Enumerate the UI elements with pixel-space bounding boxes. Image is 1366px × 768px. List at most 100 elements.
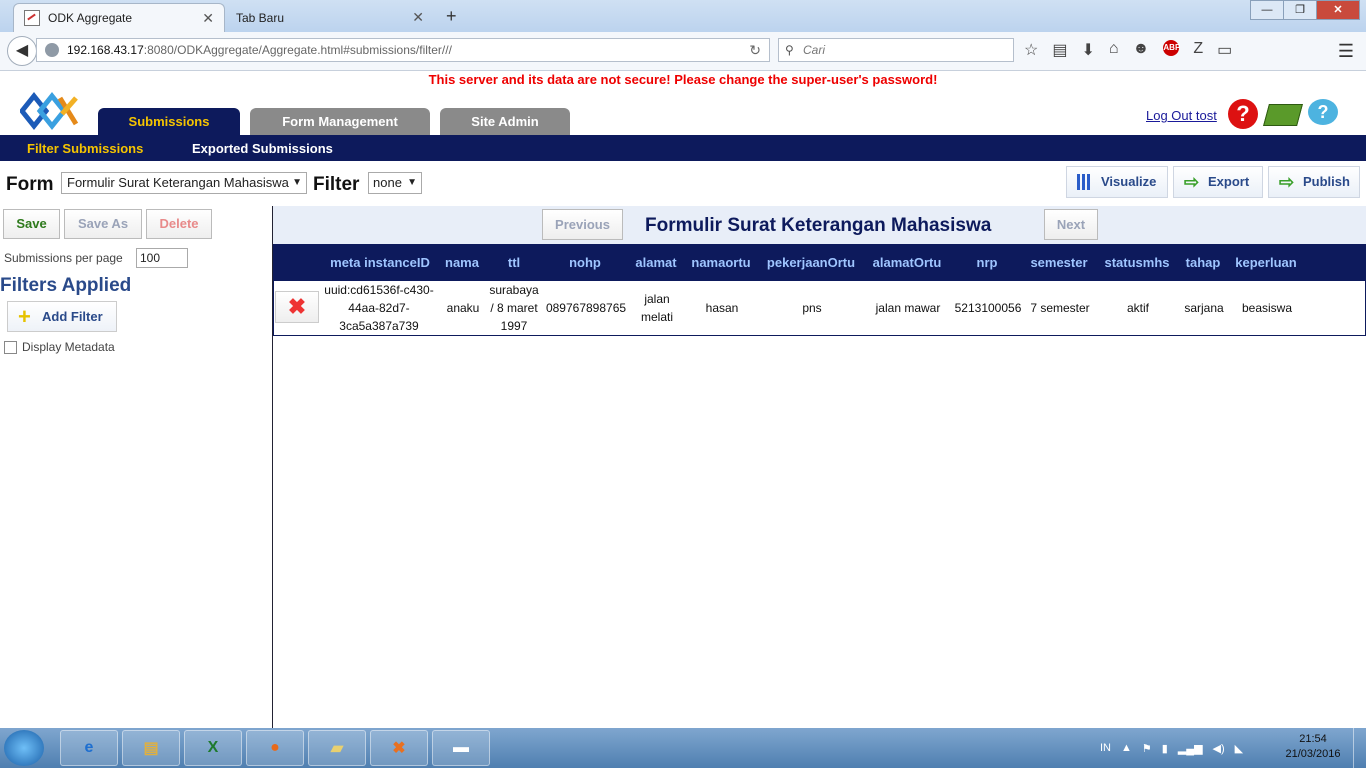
chat-icon[interactable]: ☻ (1133, 40, 1150, 60)
window-close-icon[interactable]: ✕ (1316, 0, 1360, 20)
app-tray-icon[interactable]: ◣ (1235, 742, 1243, 755)
adblock-icon[interactable]: ABP (1163, 40, 1180, 56)
page-icon[interactable]: ▭ (1217, 40, 1232, 60)
close-tab-icon[interactable]: ✕ (202, 10, 214, 27)
maximize-icon[interactable]: ❐ (1283, 0, 1317, 20)
column-header: alamatOrtu (872, 255, 942, 270)
add-filter-label: Add Filter (42, 309, 103, 324)
tab-title: ODK Aggregate (48, 11, 133, 25)
back-icon[interactable]: ◀ (7, 36, 37, 66)
chevron-down-icon: ▼ (292, 177, 302, 188)
form-select[interactable]: Formulir Surat Keterangan Mahasiswa ▼ (61, 172, 307, 194)
table-cell: hasan (705, 301, 739, 315)
url-host: 192.168.43.17 (67, 43, 144, 57)
download-icon[interactable]: ⬇ (1081, 40, 1094, 60)
help-icon[interactable]: ? (1228, 99, 1258, 129)
tab-form-management[interactable]: Form Management (250, 108, 430, 135)
tray-expand-icon[interactable]: ▲ (1121, 742, 1132, 754)
table-cell: sarjana (1184, 301, 1224, 315)
system-clock[interactable]: 21:54 21/03/2016 (1280, 732, 1346, 762)
export-button[interactable]: ⇨ Export (1173, 166, 1263, 198)
xampp-icon[interactable]: ✖ (370, 730, 428, 766)
bookmark-star-icon[interactable]: ☆ (1024, 40, 1038, 60)
question-bubble-icon[interactable]: ? (1308, 99, 1338, 125)
filter-select-value: none (373, 175, 402, 190)
action-center-icon[interactable]: ⚑ (1142, 742, 1152, 755)
favicon-icon (24, 10, 40, 26)
tab-exported-submissions[interactable]: Exported Submissions (192, 141, 333, 156)
save-button[interactable]: Save (3, 209, 60, 239)
power-icon[interactable]: ▮ (1162, 742, 1168, 755)
filter-select[interactable]: none ▼ (368, 172, 422, 194)
search-placeholder: Cari (803, 43, 826, 57)
tab-filter-submissions[interactable]: Filter Submissions (27, 141, 143, 156)
table-cell: jalan melati (640, 292, 673, 324)
network-icon[interactable]: ▂▄▆ (1178, 742, 1203, 755)
column-header: semester (1030, 255, 1088, 270)
table-cell: 089767898765 (545, 301, 627, 315)
table-row: ✖ uuid:cd61536f-c430-44aa-82d7-3ca5a387a… (273, 281, 1366, 336)
tab-site-admin[interactable]: Site Admin (440, 108, 570, 135)
per-page-input[interactable]: 100 (136, 248, 188, 268)
logout-link[interactable]: Log Out tost (1146, 108, 1217, 123)
display-metadata-checkbox[interactable] (4, 340, 17, 354)
sticky-notes-icon[interactable]: ▰ (308, 730, 366, 766)
table-cell: beasiswa (1241, 301, 1293, 315)
zotero-icon[interactable]: Z (1193, 40, 1203, 60)
next-button[interactable]: Next (1044, 209, 1098, 240)
search-icon: ⚲ (785, 43, 794, 57)
window-controls: — ❐ ✕ (1250, 0, 1360, 20)
system-tray: IN ▲ ⚑ ▮ ▂▄▆ ◀) ◣ (1100, 728, 1243, 768)
address-bar[interactable]: 192.168.43.17:8080/ODKAggregate/Aggregat… (36, 38, 770, 62)
save-as-button[interactable]: Save As (64, 209, 142, 239)
volume-icon[interactable]: ◀) (1213, 742, 1225, 755)
file-explorer-icon[interactable]: ▤ (122, 730, 180, 766)
close-tab-icon[interactable]: ✕ (412, 9, 424, 26)
tab-submissions[interactable]: Submissions (98, 108, 240, 135)
plus-icon: + (18, 304, 31, 329)
green-arrow-icon: ⇨ (1279, 172, 1295, 192)
url-path: :8080/ODKAggregate/Aggregate.html#submis… (143, 43, 452, 57)
new-tab-icon[interactable]: + (446, 6, 457, 27)
windows-taskbar: e ▤ X ● ▰ ✖ ▬ IN ▲ ⚑ ▮ ▂▄▆ ◀) ◣ 21:54 21… (0, 728, 1366, 768)
form-label: Form (6, 174, 54, 195)
display-metadata-label: Display Metadata (22, 340, 115, 354)
tab-tab-baru[interactable]: Tab Baru ✕ (226, 3, 434, 32)
odk-logo (20, 92, 79, 130)
minimize-icon[interactable]: — (1250, 0, 1284, 20)
green-arrow-icon: ⇨ (1184, 172, 1200, 192)
form-select-value: Formulir Surat Keterangan Mahasiswa (67, 175, 289, 190)
results-title: Formulir Surat Keterangan Mahasiswa (645, 215, 992, 236)
tab-title: Tab Baru (236, 10, 285, 25)
chevron-down-icon: ▼ (407, 177, 417, 188)
home-icon[interactable]: ⌂ (1109, 40, 1119, 60)
book-icon[interactable] (1263, 104, 1303, 126)
delete-button[interactable]: Delete (146, 209, 212, 239)
toolbar-icons: ☆ ▤ ⬇ ⌂ ☻ ABP Z ▭ (1024, 40, 1232, 60)
search-input[interactable]: ⚲ Cari (778, 38, 1014, 62)
language-indicator[interactable]: IN (1100, 742, 1111, 754)
column-header: statusmhs (1104, 255, 1170, 270)
filter-panel: Save Save As Delete Submissions per page… (0, 206, 273, 728)
add-filter-button[interactable]: + Add Filter (7, 301, 117, 332)
reading-list-icon[interactable]: ▤ (1052, 40, 1067, 60)
menu-icon[interactable]: ☰ (1338, 41, 1354, 62)
publish-button[interactable]: ⇨ Publish (1268, 166, 1360, 198)
results-navigation: Previous Formulir Surat Keterangan Mahas… (273, 206, 1366, 244)
display-metadata-option[interactable]: Display Metadata (4, 340, 115, 354)
command-prompt-icon[interactable]: ▬ (432, 730, 490, 766)
previous-button[interactable]: Previous (542, 209, 623, 240)
visualize-button[interactable]: Visualize (1066, 166, 1168, 198)
tab-odk-aggregate[interactable]: ODK Aggregate ✕ (13, 3, 225, 32)
delete-row-icon[interactable]: ✖ (275, 291, 319, 323)
firefox-icon[interactable]: ● (246, 730, 304, 766)
internet-explorer-icon[interactable]: e (60, 730, 118, 766)
filters-applied-heading: Filters Applied (0, 275, 132, 296)
show-desktop-button[interactable] (1353, 728, 1366, 768)
column-header: nrp (976, 255, 998, 270)
globe-icon (45, 43, 59, 57)
start-button-icon[interactable] (4, 730, 44, 766)
reload-icon[interactable]: ↻ (749, 39, 761, 61)
excel-icon[interactable]: X (184, 730, 242, 766)
column-header: keperluan (1235, 255, 1297, 270)
